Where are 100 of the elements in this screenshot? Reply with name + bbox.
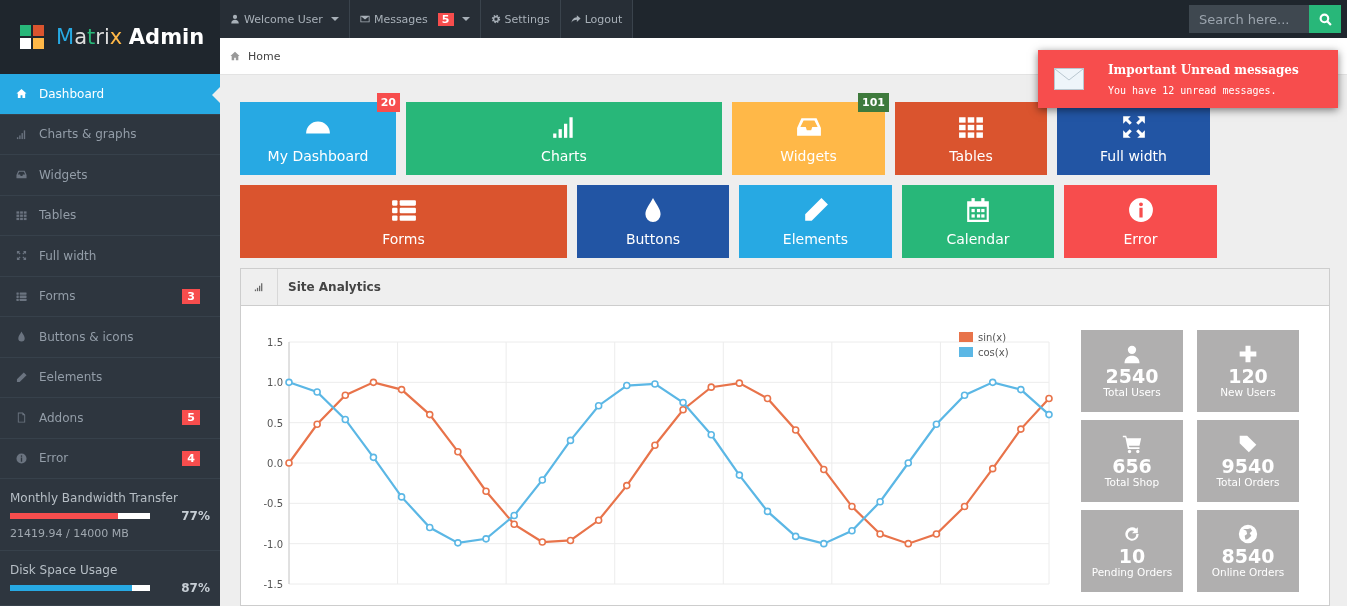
sidebar-item[interactable]: Widgets xyxy=(0,155,220,196)
pencil-icon xyxy=(802,196,829,223)
point xyxy=(651,441,659,450)
envelope-icon xyxy=(359,14,370,24)
panel-title: Site Analytics xyxy=(287,279,381,296)
signal-bars-icon xyxy=(16,128,27,140)
stat-label: Online Orders xyxy=(1211,566,1285,579)
cart-icon xyxy=(1122,433,1142,454)
point xyxy=(960,502,969,511)
search-field[interactable]: Search here... xyxy=(1189,5,1309,33)
point xyxy=(622,481,631,490)
point xyxy=(988,464,997,473)
info-icon xyxy=(1127,196,1154,223)
point xyxy=(397,385,406,394)
sidebar-item[interactable]: Forms 3 xyxy=(0,276,220,318)
point xyxy=(791,426,800,434)
search-icon xyxy=(1318,12,1332,26)
percent-reading: 87% xyxy=(180,581,210,595)
y-tick-label: 0.0 xyxy=(267,458,283,469)
sidebar-item[interactable]: Buttons & icons xyxy=(0,317,220,358)
y-tick-label: 1.0 xyxy=(267,377,283,389)
point xyxy=(735,471,744,479)
legend-label: sin(x) xyxy=(978,332,1007,343)
point xyxy=(820,465,828,474)
nav-menu-item[interactable]: Messages 5 xyxy=(349,0,481,38)
point xyxy=(397,493,406,501)
nav-menu-item[interactable]: Settings xyxy=(480,0,561,38)
y-tick-label: 0.5 xyxy=(267,417,283,429)
point xyxy=(1045,394,1053,403)
point xyxy=(341,391,350,400)
sidebar-item[interactable]: Charts & graphs xyxy=(0,114,220,156)
point xyxy=(876,530,884,538)
signal-bars-icon xyxy=(254,282,264,292)
file-icon xyxy=(16,412,27,424)
point xyxy=(1017,385,1025,394)
point xyxy=(932,420,941,429)
shortcut-tile[interactable]: Error xyxy=(1064,185,1217,258)
share-arrow-icon xyxy=(570,14,581,24)
point xyxy=(651,380,659,388)
point xyxy=(622,381,631,390)
point xyxy=(876,497,884,506)
meter-title: Disk Space Usage xyxy=(10,563,119,577)
globe-icon xyxy=(1238,523,1258,544)
shortcut-tile[interactable]: Charts xyxy=(406,102,722,175)
calendar-icon xyxy=(965,196,991,223)
meter-title: Monthly Bandwidth Transfer xyxy=(10,491,179,505)
point xyxy=(425,523,434,532)
point xyxy=(988,378,997,387)
point xyxy=(369,453,378,462)
home-icon xyxy=(230,51,240,61)
sidebar-item[interactable]: Eelements xyxy=(0,357,220,399)
point xyxy=(763,394,772,403)
point xyxy=(594,516,603,525)
count-badge: 4 xyxy=(182,450,200,466)
point xyxy=(566,536,575,545)
stat-label: New Users xyxy=(1220,386,1276,399)
user-icon xyxy=(1122,343,1142,364)
point xyxy=(369,378,378,387)
point xyxy=(454,447,462,456)
point xyxy=(791,532,800,541)
envelope-icon xyxy=(1054,68,1084,90)
home-icon xyxy=(16,88,27,100)
expand-arrows-icon xyxy=(1120,113,1147,140)
point xyxy=(341,415,350,424)
shortcut-tile[interactable]: Buttons xyxy=(577,185,729,258)
sidebar-item[interactable]: Tables xyxy=(0,195,220,237)
notification-title: Important Unread messages xyxy=(1108,62,1299,77)
tag-icon xyxy=(1238,433,1258,454)
point xyxy=(707,430,716,439)
user-icon xyxy=(230,14,240,24)
breadcrumb-link[interactable]: Home xyxy=(248,49,281,63)
shortcut-tile[interactable]: Tables xyxy=(895,102,1047,175)
sidebar-item[interactable]: Error 4 xyxy=(0,438,220,479)
shortcut-tile[interactable]: Forms xyxy=(240,185,567,258)
stat-number: 2540 xyxy=(1105,365,1159,387)
sidebar-item[interactable]: Dashboard xyxy=(0,74,220,115)
point xyxy=(932,530,941,538)
point xyxy=(707,383,716,391)
stat-label: Pending Orders xyxy=(1091,566,1173,579)
y-tick-label: -0.5 xyxy=(263,498,283,510)
sidebar-item[interactable]: Addons 5 xyxy=(0,398,220,439)
grid-icon xyxy=(16,209,27,221)
sidebar-item[interactable]: Full width xyxy=(0,236,220,277)
point xyxy=(848,502,856,511)
shortcut-tile[interactable]: Calendar xyxy=(902,185,1054,258)
count-badge: 5 xyxy=(437,12,454,26)
gear-icon xyxy=(490,14,501,24)
point xyxy=(510,520,518,529)
point xyxy=(848,526,856,535)
shortcut-tile[interactable]: Elements xyxy=(739,185,892,258)
logo-icon xyxy=(20,25,44,50)
nav-menu-item[interactable]: Logout xyxy=(560,0,634,38)
point xyxy=(763,507,772,516)
point xyxy=(313,420,321,429)
percent-reading: 77% xyxy=(180,509,210,523)
stat-label: Total Orders xyxy=(1216,476,1280,489)
stat-number: 120 xyxy=(1228,365,1268,387)
search-button[interactable] xyxy=(1309,5,1341,33)
nav-menu-item[interactable]: Welcome User xyxy=(220,0,350,38)
meter-detail: 21419.94 / 14000 MB xyxy=(10,527,130,540)
